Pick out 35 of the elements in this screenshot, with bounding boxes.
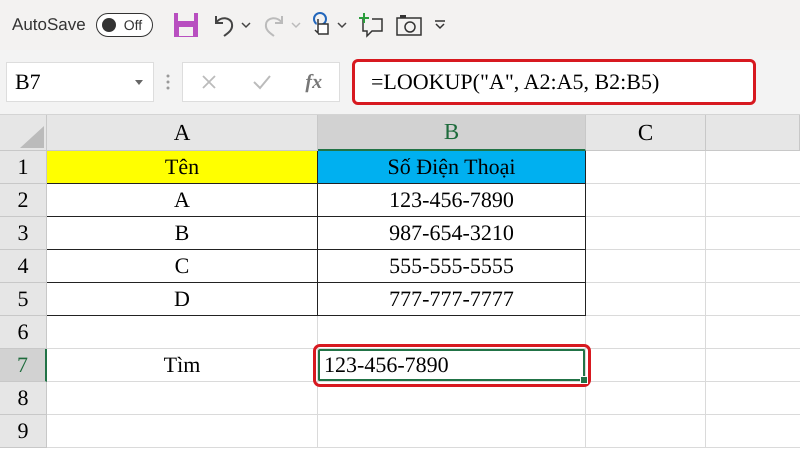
row-header[interactable]: 1 (0, 151, 47, 184)
insert-function-button[interactable]: fx (305, 70, 322, 94)
camera-icon[interactable] (395, 12, 424, 38)
column-header[interactable]: A (47, 115, 318, 151)
fill-handle[interactable] (580, 376, 588, 384)
table-cell[interactable]: 987-654-3210 (318, 217, 586, 250)
row-header[interactable]: 2 (0, 184, 47, 217)
row-header[interactable]: 4 (0, 250, 47, 283)
table-cell[interactable]: D (47, 283, 318, 316)
row-header[interactable]: 3 (0, 217, 47, 250)
table-cell[interactable]: Số Điện Thoại (318, 151, 586, 184)
row-header[interactable]: 7 (0, 349, 47, 382)
row-header[interactable]: 5 (0, 283, 47, 316)
table-cell[interactable]: 555-555-5555 (318, 250, 586, 283)
comment-icon[interactable] (357, 11, 386, 39)
row-header[interactable]: 8 (0, 382, 47, 415)
table-cell[interactable]: A (47, 184, 318, 217)
caret-icon[interactable] (241, 21, 252, 29)
row-header[interactable]: 9 (0, 415, 47, 448)
autosave-toggle[interactable]: Off (96, 13, 154, 37)
table-cell[interactable]: Tên (47, 151, 318, 184)
table-cell[interactable]: 777-777-7777 (318, 283, 586, 316)
row-header[interactable]: 6 (0, 316, 47, 349)
grip-icon (166, 73, 170, 91)
name-box[interactable]: B7 (6, 62, 154, 102)
customize-icon[interactable] (433, 18, 448, 32)
column-header[interactable]: B (318, 115, 586, 151)
caret-icon[interactable] (337, 21, 348, 29)
column-header[interactable]: C (586, 115, 706, 151)
autosave-label: AutoSave (12, 15, 86, 35)
formula-field[interactable]: =LOOKUP("A", A2:A5, B2:B5) (352, 59, 756, 105)
table-cell[interactable]: C (47, 250, 318, 283)
caret-icon[interactable] (135, 80, 143, 84)
table-cell[interactable]: B (47, 217, 318, 250)
table-cell[interactable]: 123-456-7890 (318, 184, 586, 217)
